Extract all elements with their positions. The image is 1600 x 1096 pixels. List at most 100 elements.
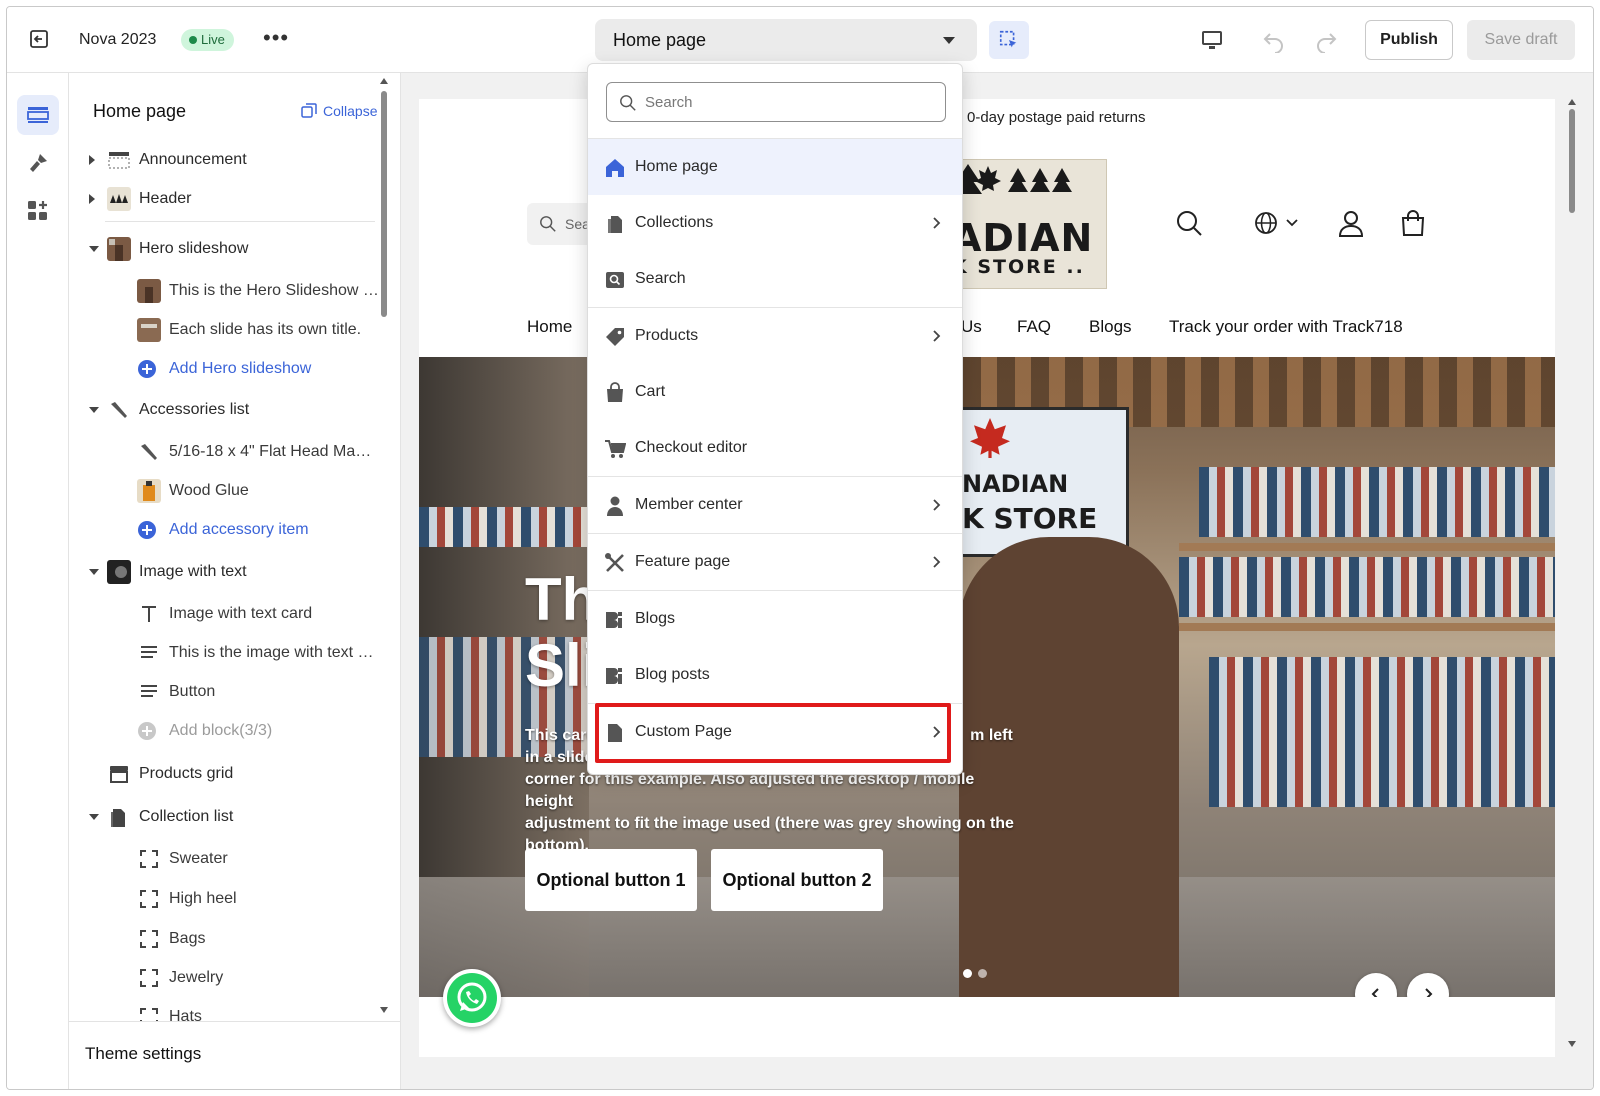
tree-label: Announcement	[139, 151, 247, 168]
left-rail	[7, 73, 69, 1089]
hero-image-rack	[1199, 467, 1555, 537]
tree-item-collection-list[interactable]: Collection list	[69, 800, 387, 834]
tree-item-header[interactable]: Header	[69, 182, 387, 216]
page-selector[interactable]: Home page	[595, 19, 977, 61]
blog-post-icon	[606, 668, 622, 684]
add-hero-slideshow-button[interactable]: Add Hero slideshow	[69, 352, 387, 386]
screw-thumbnail	[141, 444, 157, 460]
tree-item-hero-slide-2[interactable]: Each slide has its own title.	[69, 313, 387, 347]
menu-item-member-center[interactable]: Member center	[588, 477, 962, 533]
tree-item-hero-slide-1[interactable]: This is the Hero Slideshow ca...	[69, 274, 387, 308]
text-icon	[142, 606, 156, 622]
divider	[105, 221, 375, 222]
menu-item-home-page[interactable]: Home page	[588, 139, 962, 195]
slide-dot[interactable]	[978, 969, 987, 978]
tree-label: Button	[169, 683, 216, 700]
menu-item-search[interactable]: Search	[588, 251, 962, 307]
tree-item-announcement[interactable]: Announcement	[69, 143, 387, 177]
menu-item-label: Products	[635, 327, 699, 344]
tree-item-iwt-text[interactable]: This is the image with text ca...	[69, 636, 387, 670]
menu-item-blog-posts[interactable]: Blog posts	[588, 647, 962, 703]
publish-button[interactable]: Publish	[1365, 20, 1453, 60]
collapse-button[interactable]: Collapse	[301, 103, 377, 119]
paragraph-icon	[141, 646, 157, 658]
add-accessory-button[interactable]: Add accessory item	[69, 513, 387, 547]
undo-icon[interactable]	[1261, 27, 1287, 53]
nav-link-home[interactable]: Home	[527, 317, 572, 337]
hero-button-2[interactable]: Optional button 2	[711, 849, 883, 911]
search-page-icon	[606, 272, 624, 288]
menu-item-checkout-editor[interactable]: Checkout editor	[588, 420, 962, 476]
menu-item-cart[interactable]: Cart	[588, 364, 962, 420]
collapse-arrow-icon[interactable]	[89, 407, 99, 413]
more-options-button[interactable]: •••	[263, 25, 289, 51]
collapse-arrow-icon[interactable]	[89, 246, 99, 252]
hero-body-line: corner for this example. Also adjusted t…	[525, 771, 975, 810]
hero-button-1[interactable]: Optional button 1	[525, 849, 697, 911]
dropdown-search-input[interactable]: Search	[606, 82, 946, 122]
account-icon[interactable]	[1337, 209, 1365, 237]
rail-sections[interactable]	[17, 95, 59, 135]
tree-item-accessories-list[interactable]: Accessories list	[69, 393, 387, 427]
live-badge: Live	[181, 29, 234, 51]
rail-apps[interactable]	[17, 191, 59, 231]
canvas-scroll-up-arrow[interactable]	[1568, 99, 1576, 105]
whatsapp-button[interactable]	[443, 969, 501, 1027]
tree-item-collection[interactable]: Jewelry	[69, 961, 387, 995]
tree-item-collection[interactable]: Sweater	[69, 842, 387, 876]
home-icon	[606, 159, 624, 177]
rail-theme-styles[interactable]	[17, 143, 59, 183]
expand-arrow-icon[interactable]	[89, 194, 95, 204]
canvas-scrollbar[interactable]	[1569, 109, 1575, 213]
tree-item-iwt-button[interactable]: Button	[69, 675, 387, 709]
chevron-right-icon	[933, 330, 941, 342]
menu-item-products[interactable]: Products	[588, 308, 962, 364]
tree-item-products-grid[interactable]: Products grid	[69, 757, 387, 791]
tree-item-hero-slideshow[interactable]: Hero slideshow	[69, 232, 387, 266]
menu-item-label: Blog posts	[635, 666, 710, 683]
inspect-button[interactable]	[989, 21, 1029, 59]
globe-icon[interactable]	[1253, 209, 1301, 237]
nav-link-faq[interactable]: FAQ	[1017, 317, 1051, 337]
menu-item-feature-page[interactable]: Feature page	[588, 534, 962, 590]
select-cursor-icon	[999, 30, 1017, 48]
save-draft-button[interactable]: Save draft	[1467, 20, 1575, 60]
canvas-scroll-down-arrow[interactable]	[1568, 1041, 1576, 1047]
collapse-arrow-icon[interactable]	[89, 814, 99, 820]
tree-item-iwt-card[interactable]: Image with text card	[69, 597, 387, 631]
hero-image-rack	[419, 507, 589, 547]
tree-item-collection[interactable]: High heel	[69, 882, 387, 916]
hero-body-line: adjustment to fit the image used (there …	[525, 815, 1014, 832]
add-circle-icon	[138, 521, 156, 539]
expand-arrow-icon[interactable]	[89, 155, 95, 165]
tree-item-accessory-2[interactable]: Wood Glue	[69, 474, 387, 508]
tree-item-accessory-1[interactable]: 5/16-18 x 4" Flat Head Machi...	[69, 435, 387, 469]
tree-item-image-with-text[interactable]: Image with text	[69, 555, 387, 589]
exit-icon[interactable]	[27, 27, 51, 51]
caret-down-icon	[943, 37, 955, 44]
dropdown-search-placeholder: Search	[645, 94, 693, 111]
tree-label: Header	[139, 190, 192, 207]
tree-item-collection[interactable]: Bags	[69, 922, 387, 956]
scroll-up-arrow[interactable]	[380, 78, 388, 84]
search-icon[interactable]	[1175, 209, 1203, 237]
cart-icon	[605, 440, 626, 458]
menu-item-blogs[interactable]: Blogs	[588, 591, 962, 647]
store-logo[interactable]: ADIAN K STORE ..	[947, 159, 1107, 289]
collapse-arrow-icon[interactable]	[89, 569, 99, 575]
nav-link-blogs[interactable]: Blogs	[1089, 317, 1132, 337]
tree-label: Sweater	[169, 850, 228, 867]
nav-link-about-us[interactable]: Us	[961, 317, 982, 337]
nav-link-track-order[interactable]: Track your order with Track718	[1169, 317, 1403, 337]
desktop-preview-icon[interactable]	[1199, 27, 1225, 53]
page-selector-dropdown: Search Home page Collections Search Prod…	[587, 63, 963, 775]
slide-dot-active[interactable]	[963, 969, 972, 978]
menu-item-collections[interactable]: Collections	[588, 195, 962, 251]
hero-image-shelf	[1179, 543, 1555, 551]
hero-image-store-sign: NADIAN K STORE 250	[959, 407, 1129, 558]
redo-icon[interactable]	[1313, 27, 1339, 53]
person-icon	[607, 496, 623, 516]
shopping-bag-icon[interactable]	[1399, 209, 1427, 237]
theme-settings-button[interactable]: Theme settings	[69, 1021, 400, 1089]
tree-label: Accessories list	[139, 401, 250, 418]
